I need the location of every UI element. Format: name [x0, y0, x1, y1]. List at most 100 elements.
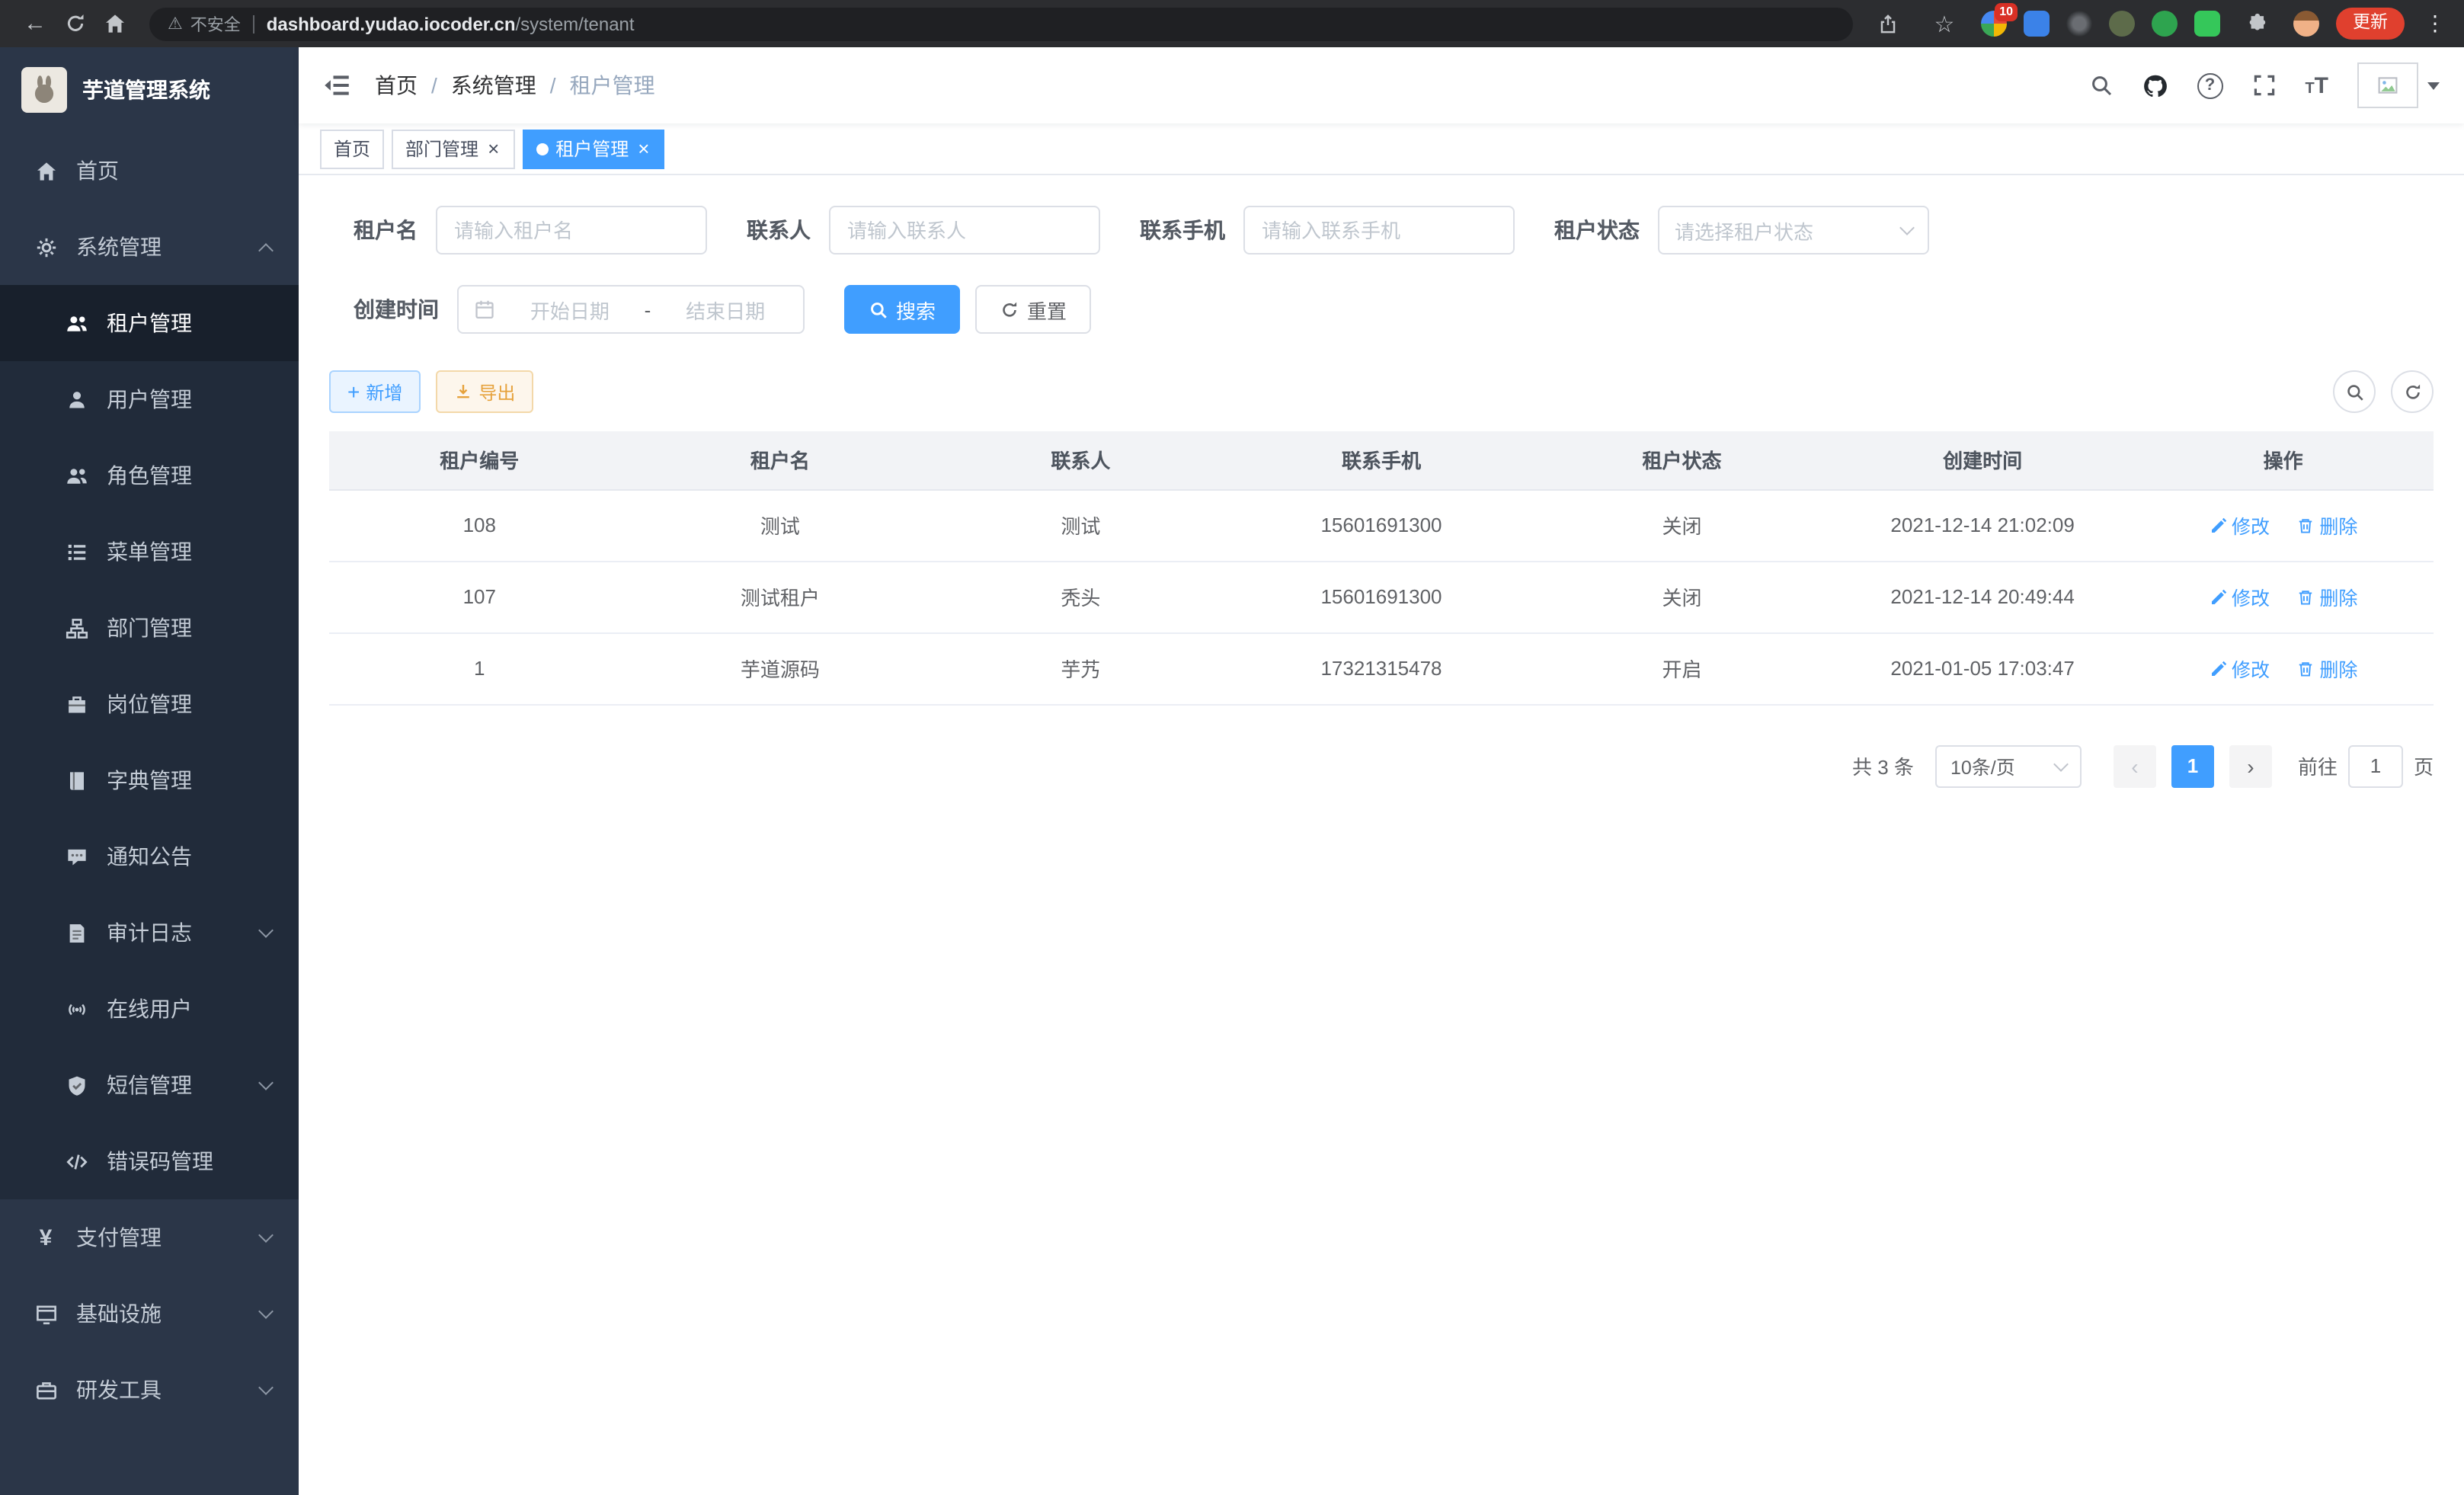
sidebar-item-label: 基础设施: [76, 1298, 162, 1329]
menu-list-icon: [64, 539, 88, 564]
sidebar-item-online-user[interactable]: 在线用户: [0, 971, 299, 1047]
sidebar-item-infrastructure[interactable]: 基础设施: [0, 1276, 299, 1352]
font-size-icon[interactable]: TT: [2305, 72, 2328, 98]
header-search-icon[interactable]: [2088, 73, 2113, 98]
toggle-search-button[interactable]: [2333, 370, 2376, 413]
sidebar-item-role[interactable]: 角色管理: [0, 437, 299, 514]
edit-link[interactable]: 修改: [2209, 511, 2270, 539]
extension-olive-icon[interactable]: [2109, 11, 2135, 37]
tag-dept[interactable]: 部门管理 ×: [392, 129, 514, 168]
tag-home[interactable]: 首页: [320, 129, 384, 168]
chrome-update-button[interactable]: 更新: [2336, 8, 2405, 40]
sidebar-item-post[interactable]: 岗位管理: [0, 666, 299, 742]
extension-green-circle-icon[interactable]: [2152, 11, 2178, 37]
sidebar-item-menu[interactable]: 菜单管理: [0, 514, 299, 590]
bookmark-star-icon[interactable]: ☆: [1925, 5, 1964, 42]
page-size-select[interactable]: 10条/页: [1935, 744, 2082, 787]
sidebar-item-home[interactable]: 首页: [0, 133, 299, 209]
breadcrumb-system[interactable]: 系统管理: [451, 70, 536, 101]
sidebar-item-label: 部门管理: [107, 613, 192, 643]
browser-back-icon[interactable]: ←: [15, 5, 55, 42]
add-button[interactable]: + 新增: [329, 370, 421, 413]
col-actions: 操作: [2133, 431, 2434, 489]
next-page-button[interactable]: ›: [2229, 744, 2272, 787]
date-range-picker[interactable]: 开始日期 - 结束日期: [457, 285, 805, 334]
active-tag-dot: [536, 142, 548, 155]
avatar-caret-down-icon: [2427, 82, 2440, 89]
sidebar-item-dept[interactable]: 部门管理: [0, 590, 299, 666]
edit-link[interactable]: 修改: [2209, 654, 2270, 683]
app-logo[interactable]: 芋道管理系统: [0, 47, 299, 133]
cell-status: 关闭: [1531, 489, 1832, 561]
address-bar[interactable]: ⚠ 不安全 dashboard.yudao.iocoder.cn /system…: [149, 7, 1853, 40]
payment-icon: ¥: [34, 1225, 58, 1250]
status-select[interactable]: 请选择租户状态: [1658, 206, 1929, 255]
sidebar-item-devtools[interactable]: 研发工具: [0, 1352, 299, 1428]
extension-dots-icon[interactable]: 10: [1981, 11, 2007, 37]
not-secure-warning[interactable]: ⚠ 不安全: [168, 11, 241, 36]
goto-page-input[interactable]: [2348, 744, 2403, 787]
tag-close-icon[interactable]: ×: [486, 139, 501, 158]
cell-id: 107: [329, 561, 630, 632]
delete-link[interactable]: 删除: [2296, 582, 2357, 611]
browser-menu-kebab-icon[interactable]: ⋮: [2421, 11, 2449, 37]
online-user-icon: [64, 997, 88, 1021]
search-button[interactable]: 搜索: [844, 285, 960, 334]
sidebar-item-dict[interactable]: 字典管理: [0, 742, 299, 818]
browser-home-icon[interactable]: [94, 5, 134, 42]
refresh-table-button[interactable]: [2391, 370, 2434, 413]
cell-created: 2021-01-05 17:03:47: [1832, 632, 2133, 704]
sidebar-item-label: 用户管理: [107, 384, 192, 415]
edit-icon: [2209, 516, 2227, 534]
help-icon[interactable]: ?: [2197, 72, 2222, 98]
prev-page-button[interactable]: ‹: [2114, 744, 2156, 787]
sidebar-item-payment[interactable]: ¥ 支付管理: [0, 1199, 299, 1276]
extension-blue-icon[interactable]: [2024, 11, 2050, 37]
sidebar-item-label: 通知公告: [107, 841, 192, 872]
page-1-button[interactable]: 1: [2171, 744, 2214, 787]
broken-avatar-image-icon: [2357, 62, 2418, 108]
breadcrumb-home[interactable]: 首页: [375, 70, 418, 101]
logo-avatar-icon: [21, 67, 67, 113]
filter-row-2: 创建时间 开始日期 - 结束日期 搜索: [354, 285, 2434, 334]
edit-link[interactable]: 修改: [2209, 582, 2270, 611]
delete-link[interactable]: 删除: [2296, 511, 2357, 539]
fullscreen-icon[interactable]: [2251, 73, 2276, 98]
github-icon[interactable]: [2142, 72, 2168, 98]
cell-name: 测试: [630, 489, 931, 561]
cell-created: 2021-12-14 20:49:44: [1832, 561, 2133, 632]
sidebar-item-error-code[interactable]: 错误码管理: [0, 1123, 299, 1199]
not-secure-label: 不安全: [190, 11, 241, 36]
date-range-separator: -: [645, 298, 651, 321]
user-avatar[interactable]: [2357, 62, 2440, 108]
mobile-input[interactable]: [1243, 206, 1515, 255]
sidebar-item-sms[interactable]: 短信管理: [0, 1047, 299, 1123]
contact-input[interactable]: [829, 206, 1100, 255]
export-button[interactable]: 导出: [436, 370, 533, 413]
share-icon[interactable]: [1868, 5, 1908, 42]
extension-green-square-icon[interactable]: [2194, 11, 2220, 37]
sidebar-item-label: 在线用户: [107, 994, 192, 1024]
sidebar-item-user[interactable]: 用户管理: [0, 361, 299, 437]
chevron-down-icon: [258, 1304, 274, 1319]
browser-reload-icon[interactable]: [55, 5, 94, 42]
tag-close-icon[interactable]: ×: [636, 139, 651, 158]
extension-dark-icon[interactable]: [2066, 11, 2092, 37]
extensions-puzzle-icon[interactable]: [2237, 5, 2277, 42]
sidebar-item-label: 菜单管理: [107, 536, 192, 567]
tenant-name-input[interactable]: [436, 206, 707, 255]
sidebar-item-notice[interactable]: 通知公告: [0, 818, 299, 895]
sidebar-collapse-icon[interactable]: [323, 72, 350, 99]
sidebar-item-label: 研发工具: [76, 1375, 162, 1405]
sidebar-item-tenant[interactable]: 租户管理: [0, 285, 299, 361]
search-icon: [2344, 382, 2364, 402]
tag-tenant[interactable]: 租户管理 ×: [522, 129, 664, 168]
sidebar-item-system[interactable]: 系统管理: [0, 209, 299, 285]
delete-link[interactable]: 删除: [2296, 654, 2357, 683]
status-label: 租户状态: [1554, 215, 1640, 245]
reset-button[interactable]: 重置: [975, 285, 1091, 334]
browser-profile-avatar[interactable]: [2293, 11, 2319, 37]
sidebar-item-label: 系统管理: [76, 232, 162, 262]
infrastructure-icon: [34, 1301, 58, 1326]
sidebar-item-audit-log[interactable]: 审计日志: [0, 895, 299, 971]
